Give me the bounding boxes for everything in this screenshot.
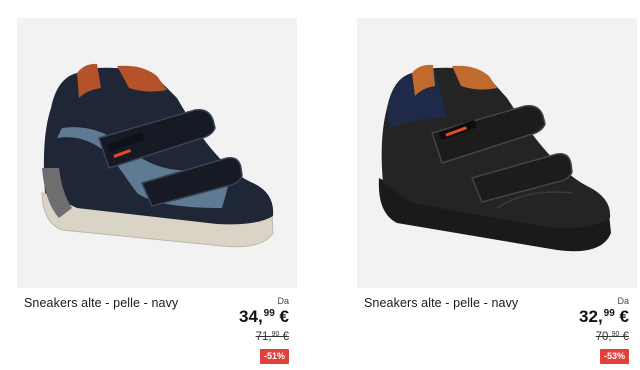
current-price: 34,99 € [239, 307, 289, 326]
old-price-currency: € [622, 331, 629, 343]
price-decimals: 99 [603, 308, 615, 319]
old-price-currency: € [282, 331, 289, 343]
discount-badge: -51% [259, 349, 289, 364]
product-title[interactable]: Sneakers alte - pelle - navy [24, 296, 178, 310]
discount-badge: -53% [599, 349, 629, 364]
current-price: 32,99 € [579, 307, 629, 326]
price-integer: 32 [579, 307, 598, 326]
product-title[interactable]: Sneakers alte - pelle - navy [364, 296, 518, 310]
old-price-decimals: 90 [611, 331, 620, 338]
price-integer: 34 [239, 307, 258, 326]
product-info: Sneakers alte - pelle - navy Da 32,99 € … [357, 288, 637, 370]
old-price-decimals: 90 [271, 331, 280, 338]
price-from-label: Da [277, 296, 289, 306]
old-price-integer: 71 [255, 331, 269, 343]
price-decimals: 99 [263, 308, 275, 319]
price-currency: € [619, 307, 629, 326]
price-from-label: Da [617, 296, 629, 306]
old-price-integer: 70 [595, 331, 609, 343]
product-card[interactable]: Sneakers alte - pelle - navy Da 34,99 € … [17, 18, 297, 370]
price-currency: € [279, 307, 289, 326]
original-price: 70,90 € [595, 331, 629, 343]
original-price: 71,90 € [255, 331, 289, 343]
product-image[interactable] [17, 18, 297, 288]
product-card[interactable]: Sneakers alte - pelle - navy Da 32,99 € … [357, 18, 637, 370]
product-grid: Sneakers alte - pelle - navy Da 34,99 € … [0, 0, 640, 370]
product-info: Sneakers alte - pelle - navy Da 34,99 € … [17, 288, 297, 370]
sneaker-black-image [378, 64, 611, 252]
product-image[interactable] [357, 18, 637, 288]
sneaker-navy-image [41, 63, 274, 248]
